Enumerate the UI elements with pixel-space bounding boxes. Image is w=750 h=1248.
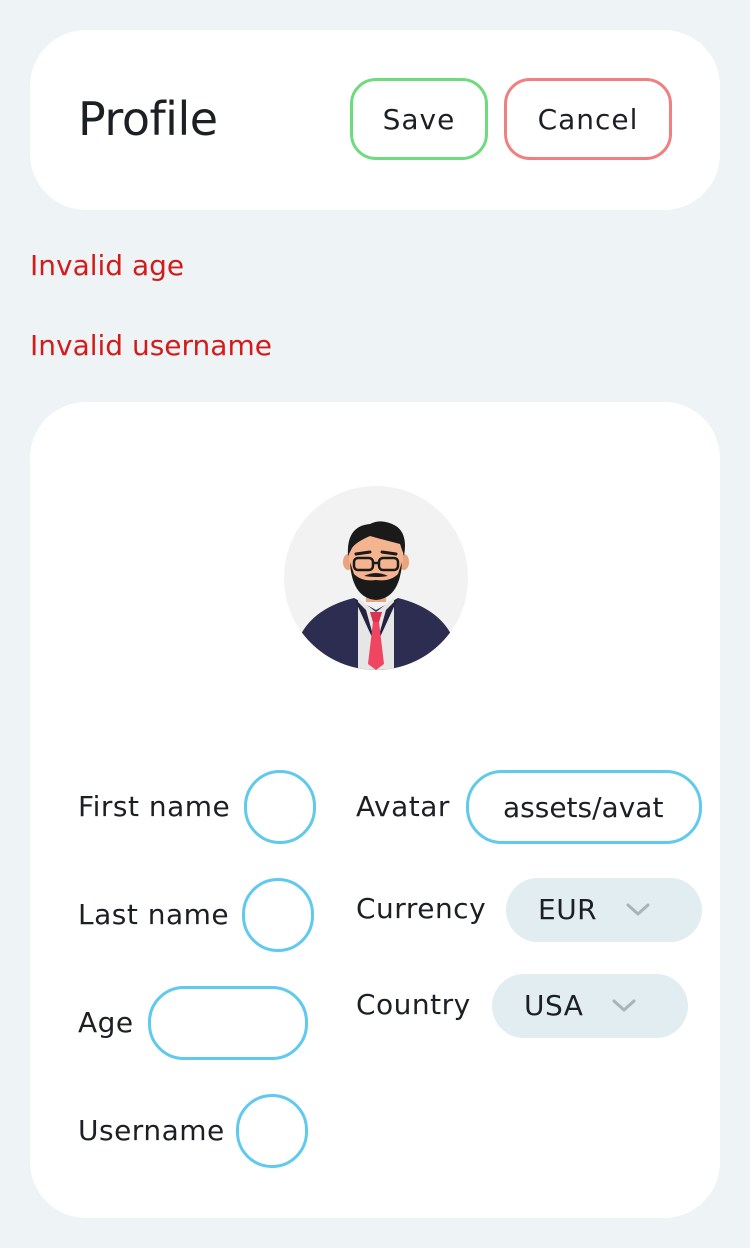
- chevron-down-icon: [624, 878, 652, 942]
- first-name-input[interactable]: [244, 770, 316, 844]
- avatar-label: Avatar: [356, 790, 450, 823]
- header-card: Profile Save Cancel: [30, 30, 720, 210]
- age-label: Age: [78, 1006, 134, 1039]
- age-error-message: Invalid age: [30, 249, 185, 282]
- username-error-message: Invalid username: [30, 329, 272, 362]
- page-title: Profile: [78, 92, 218, 146]
- avatar-image: [284, 486, 468, 670]
- cancel-button[interactable]: Cancel: [504, 78, 672, 160]
- avatar-path-input[interactable]: [466, 770, 702, 844]
- chevron-down-icon: [610, 974, 638, 1038]
- country-select[interactable]: USA: [492, 974, 688, 1038]
- first-name-label: First name: [78, 790, 231, 823]
- age-input[interactable]: [148, 986, 308, 1060]
- last-name-label: Last name: [78, 898, 230, 931]
- currency-value: EUR: [538, 893, 598, 926]
- country-value: USA: [524, 989, 584, 1022]
- country-label: Country: [356, 988, 471, 1021]
- profile-form-card: First name Last name Age Username Avatar…: [30, 402, 720, 1218]
- username-input[interactable]: [236, 1094, 308, 1168]
- save-button[interactable]: Save: [350, 78, 488, 160]
- currency-label: Currency: [356, 892, 487, 925]
- currency-select[interactable]: EUR: [506, 878, 702, 942]
- man-with-glasses-avatar-icon: [284, 486, 468, 670]
- last-name-input[interactable]: [242, 878, 314, 952]
- username-label: Username: [78, 1114, 225, 1147]
